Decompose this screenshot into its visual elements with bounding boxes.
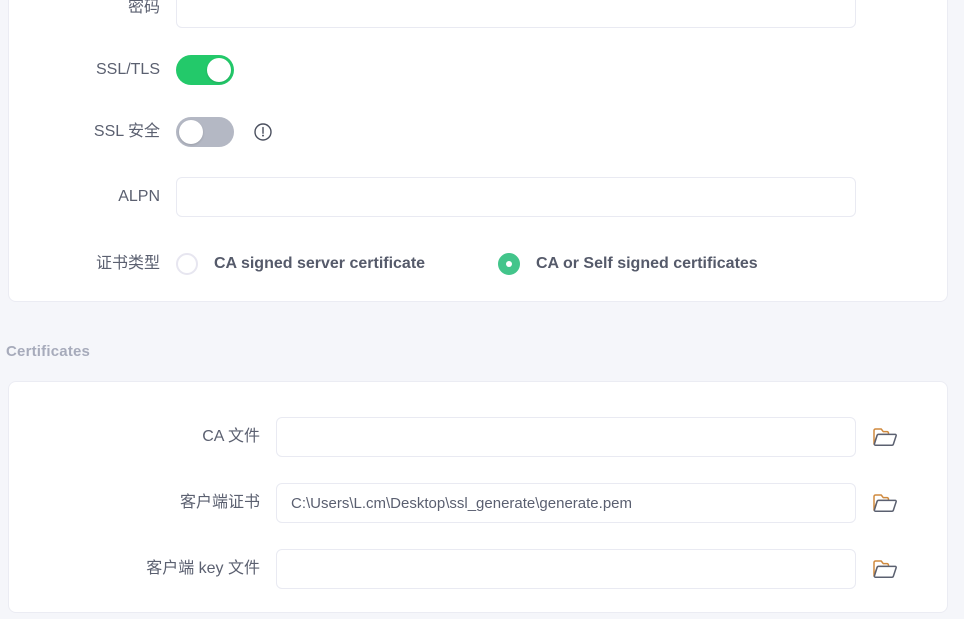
form-row-ssl-tls: SSL/TLS bbox=[8, 50, 948, 90]
ssl-secure-toggle-knob bbox=[179, 120, 203, 144]
exclamation-circle-icon[interactable] bbox=[254, 123, 272, 141]
form-row-cert-type: 证书类型 CA signed server certificate CA or … bbox=[8, 244, 948, 284]
folder-open-icon-client-cert[interactable] bbox=[872, 491, 898, 515]
radio-ca-signed-server-certificate[interactable]: CA signed server certificate bbox=[176, 253, 498, 275]
radio-ca-or-self-signed-certificates[interactable]: CA or Self signed certificates bbox=[498, 253, 758, 275]
form-row-client-cert: 客户端证书 C:\Users\L.cm\Desktop\ssl_generate… bbox=[8, 483, 948, 523]
ca-file-input[interactable] bbox=[276, 417, 856, 457]
certificates-section-title: Certificates bbox=[6, 343, 91, 360]
ssl-tls-toggle[interactable] bbox=[176, 55, 234, 85]
alpn-label: ALPN bbox=[118, 188, 160, 205]
radio-label-ca-signed: CA signed server certificate bbox=[214, 255, 426, 272]
client-key-input[interactable] bbox=[276, 549, 856, 589]
ssl-tls-toggle-knob bbox=[207, 58, 231, 82]
password-label: 密码 bbox=[127, 0, 160, 16]
folder-open-icon-ca-file[interactable] bbox=[872, 425, 898, 449]
form-row-alpn: ALPN bbox=[8, 177, 948, 217]
settings-page: 密码 SSL/TLS SSL 安全 ALPN 证书类型 CA signed se… bbox=[0, 0, 964, 619]
radio-label-ca-or-self-signed: CA or Self signed certificates bbox=[536, 255, 758, 272]
ca-file-label: CA 文件 bbox=[202, 428, 260, 445]
password-input[interactable] bbox=[176, 0, 856, 28]
ssl-tls-label: SSL/TLS bbox=[95, 61, 160, 78]
form-row-ssl-secure: SSL 安全 bbox=[8, 112, 948, 152]
client-cert-label: 客户端证书 bbox=[179, 494, 260, 511]
ssl-secure-label: SSL 安全 bbox=[93, 123, 160, 140]
client-cert-input[interactable]: C:\Users\L.cm\Desktop\ssl_generate\gener… bbox=[276, 483, 856, 523]
folder-open-icon-client-key[interactable] bbox=[872, 557, 898, 581]
cert-type-label: 证书类型 bbox=[95, 255, 160, 272]
form-row-password: 密码 bbox=[8, 0, 948, 28]
ssl-secure-toggle[interactable] bbox=[176, 117, 234, 147]
cert-type-radio-group: CA signed server certificate CA or Self … bbox=[176, 253, 758, 275]
alpn-input[interactable] bbox=[176, 177, 856, 217]
radio-indicator-selected bbox=[498, 253, 520, 275]
radio-indicator-unselected bbox=[176, 253, 198, 275]
form-row-client-key: 客户端 key 文件 bbox=[8, 549, 948, 589]
client-key-label: 客户端 key 文件 bbox=[146, 560, 260, 577]
form-row-ca-file: CA 文件 bbox=[8, 417, 948, 457]
